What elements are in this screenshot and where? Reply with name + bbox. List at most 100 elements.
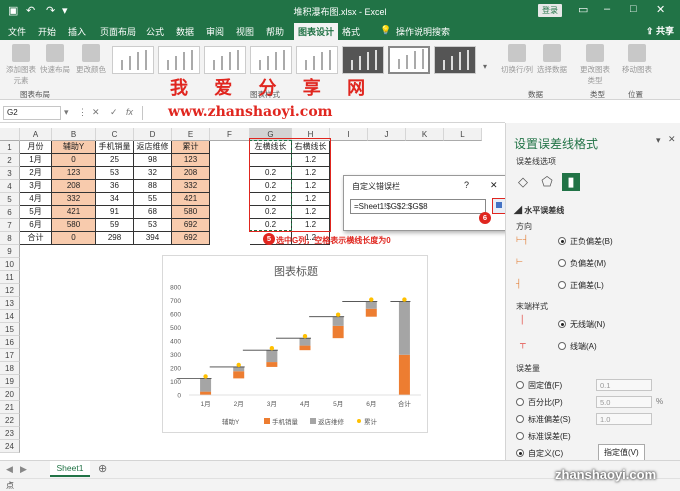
login-button[interactable]: 登录 [538, 4, 562, 17]
header-cell[interactable]: 月份 [20, 141, 52, 154]
table-cell[interactable]: 68 [134, 206, 172, 219]
col-header-a[interactable]: A [20, 128, 52, 141]
close-icon[interactable]: ✕ [656, 3, 665, 16]
style-thumb-3[interactable] [204, 46, 246, 74]
table-cell[interactable]: 692 [172, 219, 210, 232]
tab-data[interactable]: 数据 [176, 25, 194, 38]
stddev-radio[interactable] [516, 415, 524, 423]
fill-line-icon[interactable]: ◇ [514, 173, 532, 191]
col-header-b[interactable]: B [52, 128, 96, 141]
row-header[interactable]: 20 [0, 388, 20, 401]
range-reference-input[interactable]: =Sheet1!$G$2:$G$8 [350, 199, 486, 214]
row-header[interactable]: 8 [0, 232, 20, 245]
table-cell[interactable]: 25 [96, 154, 134, 167]
table-cell[interactable]: 6月 [20, 219, 52, 232]
fixed-value-radio[interactable] [516, 381, 524, 389]
tab-review[interactable]: 审阅 [206, 25, 224, 38]
next-sheet-icon[interactable]: ▶ [20, 464, 27, 475]
table-cell[interactable]: 59 [96, 219, 134, 232]
col-header-l[interactable]: L [444, 128, 482, 141]
col-header-d[interactable]: D [134, 128, 172, 141]
style-thumb-5[interactable] [296, 46, 338, 74]
table-cell[interactable]: 53 [96, 167, 134, 180]
table-cell[interactable]: 34 [96, 193, 134, 206]
header-cell[interactable]: 手机销量 [96, 141, 134, 154]
direction-both-radio[interactable] [558, 237, 566, 245]
expand-dialog-button[interactable] [492, 198, 506, 214]
cap-radio[interactable] [558, 342, 566, 350]
row-header[interactable]: 18 [0, 362, 20, 375]
table-cell[interactable]: 53 [134, 219, 172, 232]
row-header[interactable]: 14 [0, 310, 20, 323]
header-cell[interactable]: 返店维修 [134, 141, 172, 154]
col-header-f[interactable]: F [210, 128, 250, 141]
row-header[interactable]: 15 [0, 323, 20, 336]
table-cell[interactable]: 298 [96, 232, 134, 245]
percentage-input[interactable]: 5.0 [596, 396, 652, 408]
pane-dropdown-icon[interactable]: ▾ [656, 135, 661, 146]
table-cell[interactable]: 98 [134, 154, 172, 167]
row-header[interactable]: 6 [0, 206, 20, 219]
row-header[interactable]: 11 [0, 271, 20, 284]
sheet-tab-sheet1[interactable]: Sheet1 [50, 461, 90, 477]
stderr-radio[interactable] [516, 432, 524, 440]
new-sheet-icon[interactable]: ⊕ [98, 462, 107, 475]
style-thumb-4[interactable] [250, 46, 292, 74]
insert-function-icon[interactable]: fx [126, 107, 133, 117]
pane-close-icon[interactable]: ✕ [668, 134, 676, 145]
table-cell[interactable]: 32 [134, 167, 172, 180]
select-data-button[interactable]: 选择数据 [536, 44, 568, 75]
quick-layout-button[interactable]: 快速布局 [40, 44, 70, 75]
prev-sheet-icon[interactable]: ◀ [6, 464, 13, 475]
tab-formulas[interactable]: 公式 [146, 25, 164, 38]
row-header[interactable]: 5 [0, 193, 20, 206]
table-cell[interactable]: 3月 [20, 180, 52, 193]
tab-view[interactable]: 视图 [236, 25, 254, 38]
table-cell[interactable]: 123 [52, 167, 96, 180]
error-bar-options-label[interactable]: 误差线选项 [516, 156, 556, 167]
dialog-help-button[interactable]: ? [464, 180, 469, 190]
table-cell[interactable]: 580 [172, 206, 210, 219]
select-all-corner[interactable] [0, 128, 20, 141]
tab-chart-design[interactable]: 图表设计 [294, 23, 339, 40]
move-chart-button[interactable]: 移动图表 [620, 44, 654, 75]
row-header[interactable]: 21 [0, 401, 20, 414]
table-cell[interactable]: 88 [134, 180, 172, 193]
row-header[interactable]: 9 [0, 245, 20, 258]
row-header[interactable]: 23 [0, 427, 20, 440]
row-header[interactable]: 24 [0, 440, 20, 453]
table-cell[interactable]: 394 [134, 232, 172, 245]
tab-insert[interactable]: 插入 [68, 25, 86, 38]
table-cell[interactable]: 91 [96, 206, 134, 219]
table-cell[interactable]: 36 [96, 180, 134, 193]
change-colors-button[interactable]: 更改颜色 [76, 44, 106, 75]
namebox-dropdown-icon[interactable]: ▾ [64, 107, 69, 118]
header-cell[interactable]: 辅助Y [52, 141, 96, 154]
style-thumb-2[interactable] [158, 46, 200, 74]
style-thumb-6[interactable] [342, 46, 384, 74]
col-header-e[interactable]: E [172, 128, 210, 141]
change-chart-type-button[interactable]: 更改图表类型 [578, 44, 612, 86]
direction-plus-radio[interactable] [558, 281, 566, 289]
table-cell[interactable]: 55 [134, 193, 172, 206]
table-cell[interactable]: 421 [52, 206, 96, 219]
table-cell[interactable]: 2月 [20, 167, 52, 180]
col-header-k[interactable]: K [406, 128, 444, 141]
waterfall-chart[interactable]: 图表标题 0 100 200 300 400 500 600 700 800 1月 2月 3月 4月 5月 6… [162, 255, 428, 433]
styles-scroll-icon[interactable]: ▾ [480, 62, 490, 71]
col-header-i[interactable]: I [330, 128, 368, 141]
enter-icon[interactable]: ✓ [110, 107, 118, 118]
style-thumb-1[interactable] [112, 46, 154, 74]
tab-format[interactable]: 格式 [342, 25, 360, 38]
table-cell[interactable]: 692 [172, 232, 210, 245]
row-header[interactable]: 1 [0, 141, 20, 154]
table-cell[interactable]: 208 [172, 167, 210, 180]
table-cell[interactable]: 0 [52, 154, 96, 167]
dialog-close-button[interactable]: ✕ [490, 180, 498, 191]
add-chart-element-button[interactable]: 添加图表元素 [4, 44, 38, 86]
table-cell[interactable]: 332 [52, 193, 96, 206]
tab-home[interactable]: 开始 [38, 25, 56, 38]
table-cell[interactable]: 1月 [20, 154, 52, 167]
share-button[interactable]: ⇪ 共享 [646, 24, 674, 37]
table-cell[interactable]: 0 [52, 232, 96, 245]
